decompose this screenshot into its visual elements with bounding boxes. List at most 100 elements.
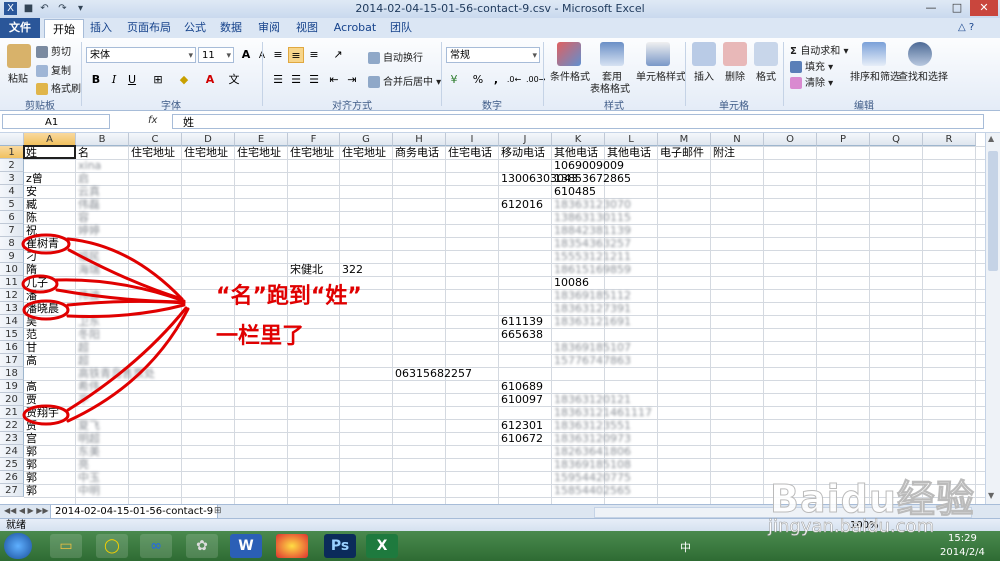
align-right-icon[interactable]: ☰ [306, 72, 322, 88]
cell-styles-button[interactable]: 单元格样式 [636, 68, 686, 83]
scroll-up-icon[interactable]: ▲ [988, 134, 994, 143]
underline-button[interactable]: U [124, 72, 140, 88]
clear-button[interactable]: 清除 ▾ [790, 74, 833, 89]
tab-data[interactable]: 数据 [214, 18, 248, 38]
window-title: 2014-02-04-15-01-56-contact-9.csv - Micr… [355, 2, 645, 15]
tab-formulas[interactable]: 公式 [178, 18, 212, 38]
font-color-icon[interactable]: A [202, 72, 218, 88]
close-button[interactable]: ✕ [970, 0, 998, 16]
photoshop-icon[interactable]: Ps [324, 534, 356, 558]
format-as-table-icon[interactable] [600, 42, 624, 66]
merge-center-button[interactable]: 合并后居中 ▾ [368, 73, 441, 88]
ime-indicator[interactable]: 中 [680, 539, 691, 555]
sheet-nav-icon[interactable]: ◀◀ ◀ ▶ ▶▶ [4, 506, 49, 515]
word-icon[interactable]: W [230, 534, 262, 558]
format-painter-button[interactable]: 格式刷 [36, 80, 81, 95]
fill-button[interactable]: 填充 ▾ [790, 58, 833, 73]
align-top-icon[interactable]: ≡ [270, 47, 286, 63]
tab-file[interactable]: 文件 [0, 18, 40, 38]
italic-button[interactable]: I [106, 72, 122, 88]
tab-view[interactable]: 视图 [290, 18, 324, 38]
insert-cells-icon[interactable] [692, 42, 716, 66]
scroll-thumb[interactable] [988, 151, 998, 271]
paste-button[interactable]: 粘贴 [8, 70, 28, 85]
ribbon-minimize-icon[interactable]: △ ? [958, 22, 974, 33]
scroll-down-icon[interactable]: ▼ [988, 491, 994, 500]
format-cells-icon[interactable] [754, 42, 778, 66]
phonetic-icon[interactable]: 文 [226, 72, 242, 88]
tab-insert[interactable]: 插入 [84, 18, 118, 38]
tab-home[interactable]: 开始 [44, 19, 84, 39]
sort-filter-icon[interactable] [862, 42, 886, 66]
maximize-button[interactable]: □ [944, 0, 970, 16]
clock-date[interactable]: 2014/2/4 [940, 547, 985, 558]
start-button[interactable] [4, 533, 32, 559]
insert-function-button[interactable]: fx [148, 115, 157, 126]
increase-indent-icon[interactable]: ⇥ [344, 72, 360, 88]
tab-page-layout[interactable]: 页面布局 [122, 18, 176, 38]
delete-cells-icon[interactable] [723, 42, 747, 66]
title-bar: X ■ ↶ ↷ ▾ 2014-02-04-15-01-56-contact-9.… [0, 0, 1000, 19]
sigma-icon: Σ [790, 46, 801, 57]
app-circle-icon[interactable]: ◯ [96, 534, 128, 558]
orientation-icon[interactable]: ↗ [330, 47, 346, 63]
increase-decimal-icon[interactable]: .0← [506, 72, 522, 88]
font-size-select[interactable]: 11 [198, 47, 234, 64]
decrease-decimal-icon[interactable]: .00→ [526, 72, 545, 88]
copy-button[interactable]: 复制 [36, 62, 71, 77]
percent-button[interactable]: % [470, 72, 486, 88]
merge-icon [368, 76, 380, 88]
annotation-text-line1: “名”跑到“姓” [216, 284, 362, 309]
conditional-format-icon[interactable] [557, 42, 581, 66]
excel-icon[interactable]: X [366, 534, 398, 558]
annotation-circle [21, 233, 71, 255]
conditional-format-button[interactable]: 条件格式 [550, 68, 590, 83]
format-as-table-label: 表格格式 [590, 84, 630, 95]
format-painter-label: 格式刷 [51, 84, 81, 95]
vertical-scrollbar[interactable]: ▲ ▼ [985, 133, 1000, 504]
tab-review[interactable]: 审阅 [252, 18, 286, 38]
paste-icon[interactable] [7, 44, 31, 68]
borders-icon[interactable]: ⊞ [150, 72, 166, 88]
sort-filter-button[interactable]: 排序和筛选 [850, 68, 900, 83]
tab-team[interactable]: 团队 [384, 18, 418, 38]
formula-input[interactable]: 姓 [172, 114, 984, 129]
grow-font-button[interactable]: A [238, 47, 254, 63]
app-infinity-icon[interactable]: ∞ [140, 534, 172, 558]
cell-styles-icon[interactable] [646, 42, 670, 66]
annotation-circle [21, 274, 59, 294]
brush-icon [36, 83, 48, 95]
fill-label: 填充 [805, 62, 825, 73]
annotation-line [66, 237, 184, 301]
cut-button[interactable]: 剪切 [36, 43, 71, 58]
comma-button[interactable]: , [488, 72, 504, 88]
wrap-text-button[interactable]: 自动换行 [368, 49, 423, 64]
align-bottom-icon[interactable]: ≡ [306, 47, 322, 63]
minimize-button[interactable]: — [918, 0, 944, 16]
clock-time[interactable]: 15:29 [948, 533, 977, 544]
chrome-icon[interactable] [276, 534, 308, 558]
find-select-icon[interactable] [908, 42, 932, 66]
autosum-button[interactable]: Σ 自动求和 ▾ [790, 42, 849, 57]
align-left-icon[interactable]: ☰ [270, 72, 286, 88]
sheet-tab[interactable]: 2014-02-04-15-01-56-contact-9 [50, 505, 219, 519]
delete-cells-button[interactable]: 删除 [725, 68, 745, 83]
fill-down-icon [790, 61, 802, 73]
name-box[interactable]: A1 [2, 114, 110, 129]
insert-sheet-icon[interactable]: ⊞ [214, 506, 222, 516]
decrease-indent-icon[interactable]: ⇤ [326, 72, 342, 88]
explorer-icon[interactable]: ▭ [50, 534, 82, 558]
font-name-select[interactable]: 宋体 [86, 47, 196, 64]
format-cells-button[interactable]: 格式 [756, 68, 776, 83]
align-center-icon[interactable]: ☰ [288, 72, 304, 88]
number-format-select[interactable]: 常规 [446, 47, 540, 64]
app-tool-icon[interactable]: ✿ [186, 534, 218, 558]
find-select-button[interactable]: 查找和选择 [898, 68, 948, 83]
tab-acrobat[interactable]: Acrobat [330, 18, 380, 38]
annotation-overlay [21, 233, 190, 426]
fill-color-icon[interactable]: ◆ [176, 72, 192, 88]
currency-icon[interactable]: ¥ [446, 72, 462, 88]
align-middle-icon[interactable]: ≡ [288, 47, 304, 63]
bold-button[interactable]: B [88, 72, 104, 88]
insert-cells-button[interactable]: 插入 [694, 68, 714, 83]
